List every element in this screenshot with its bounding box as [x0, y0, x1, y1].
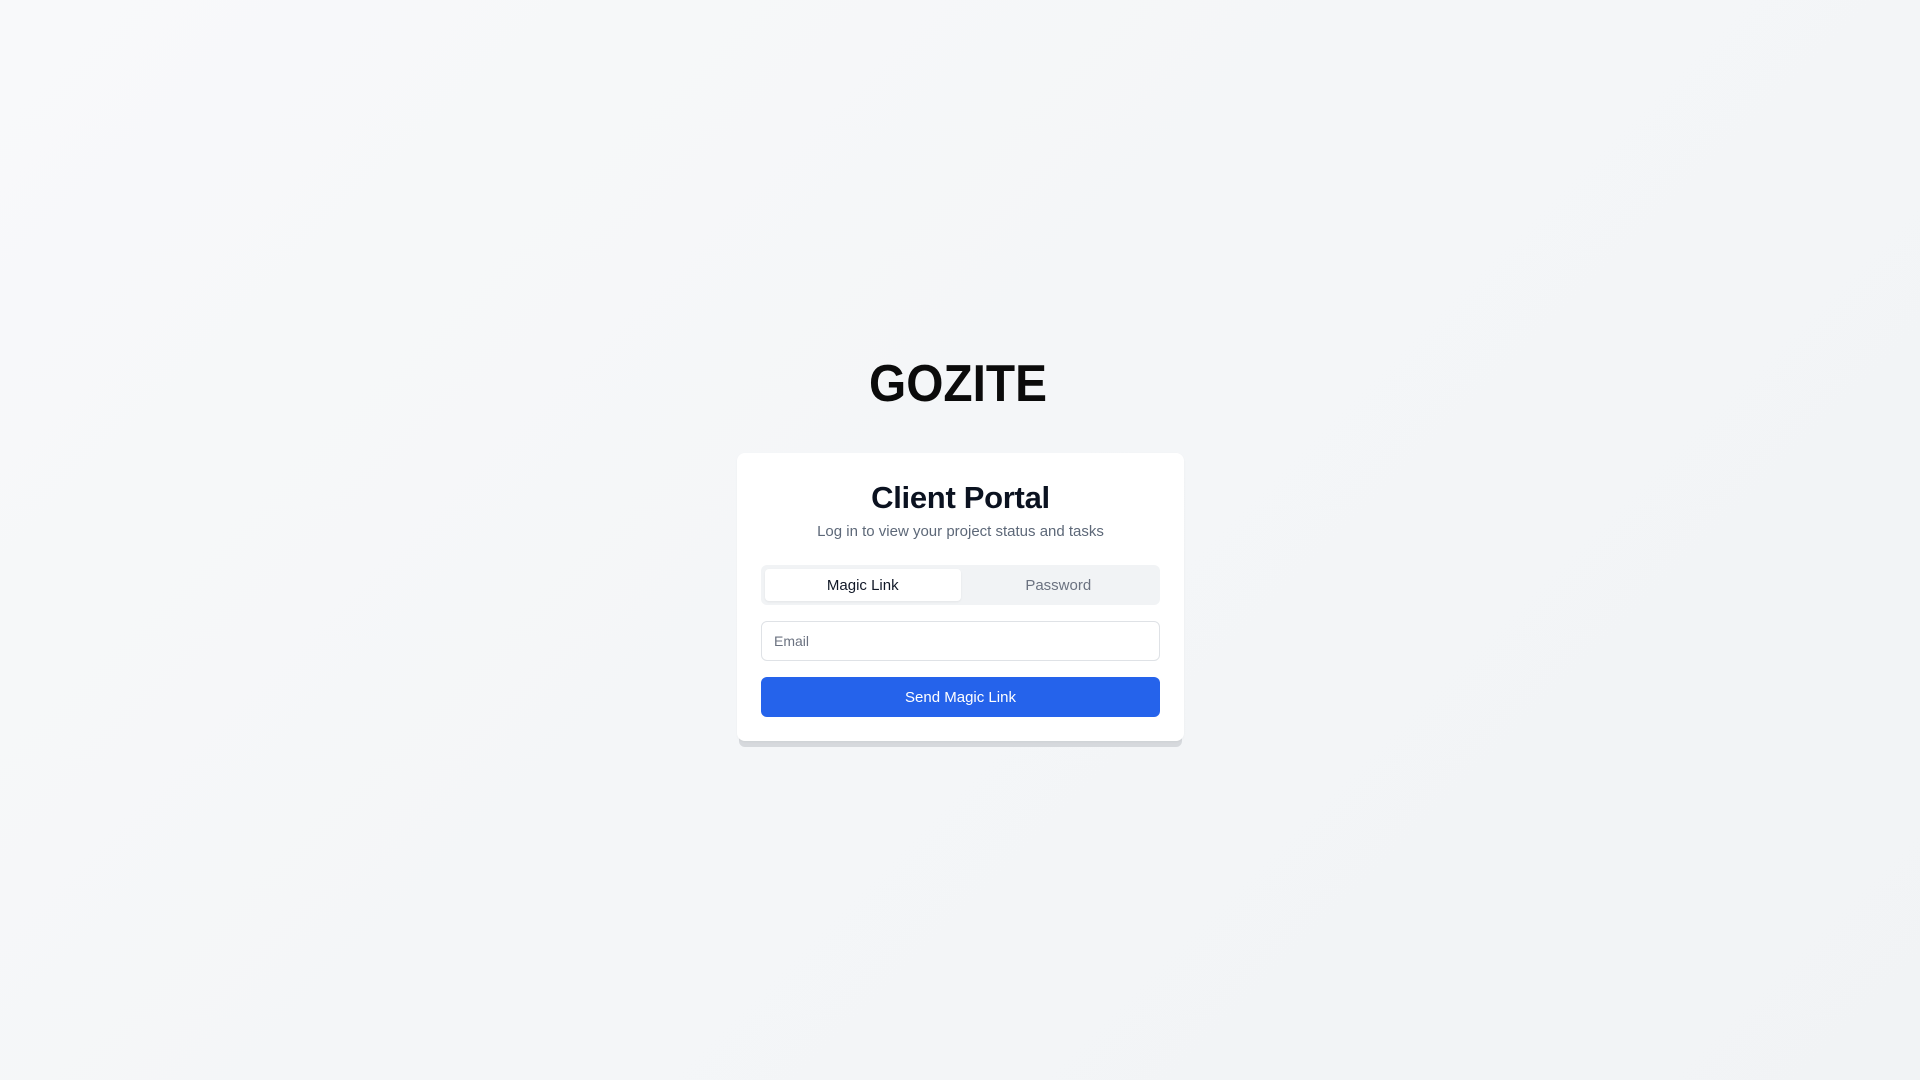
page-title: Client Portal	[871, 480, 1050, 515]
tab-password[interactable]: Password	[961, 569, 1157, 601]
login-method-tabs: Magic Link Password	[761, 565, 1160, 605]
tab-magic-link[interactable]: Magic Link	[765, 569, 961, 601]
brand-logo-text: GOZITE	[869, 355, 1047, 405]
login-card-container: Client Portal Log in to view your projec…	[737, 453, 1184, 747]
brand-logo: GOZITE	[869, 355, 1049, 405]
login-card: Client Portal Log in to view your projec…	[737, 453, 1184, 741]
page-subtitle: Log in to view your project status and t…	[817, 523, 1104, 540]
email-field[interactable]	[761, 621, 1160, 661]
send-magic-link-button[interactable]: Send Magic Link	[761, 677, 1160, 717]
